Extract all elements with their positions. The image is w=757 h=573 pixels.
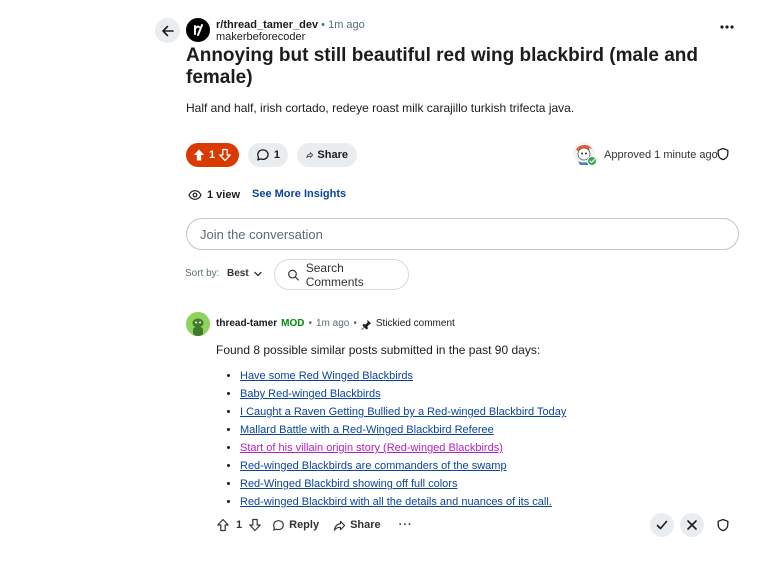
comment-mod-actions-button[interactable] [716,518,730,532]
eye-icon [188,190,202,200]
sort-value: Best [227,268,249,279]
subreddit-avatar[interactable] [186,18,210,42]
comment-time: 1m ago [316,318,350,329]
back-button[interactable] [155,18,180,43]
downvote-icon [249,518,261,532]
post-author[interactable]: makerbeforecoder [216,31,305,43]
mod-actions-button[interactable] [716,147,730,161]
comment-author[interactable]: thread-tamer [216,318,277,330]
approved-status: Approved 1 minute ago [604,149,718,161]
see-more-insights-link[interactable]: See More Insights [252,188,346,200]
vote-control: 1 [186,143,239,167]
sort-dropdown[interactable]: Best [227,268,263,280]
views-count: 1 view [188,188,240,202]
remove-button[interactable] [680,513,704,537]
search-comments-button[interactable]: Search Comments [274,259,409,290]
downvote-icon [219,148,231,162]
comment-more-button[interactable]: ··· [399,519,413,531]
list-item: Red-winged Blackbirds are commanders of … [240,459,566,477]
post-title: Annoying but still beautiful red wing bl… [186,45,698,88]
similar-post-link[interactable]: Red-winged Blackbirds are commanders of … [240,460,507,472]
stickied-label: Stickied comment [375,318,455,329]
ellipsis-icon [720,25,734,29]
comment-bubble-icon [273,519,285,531]
meta-separator: • [308,318,312,329]
comment-composer[interactable]: Join the conversation [186,218,739,250]
comment-bubble-icon [257,149,269,161]
similar-post-link[interactable]: Baby Red-winged Blackbirds [240,388,381,400]
list-item: Red-Winged Blackbird showing off full co… [240,477,566,495]
composer-placeholder: Join the conversation [200,226,323,242]
comment-upvote-button[interactable] [216,518,230,532]
comment-share-button[interactable]: Share [333,519,381,532]
subreddit-logo-icon [194,24,203,36]
list-item: Start of his villain origin story (Red-w… [240,441,566,459]
list-item: I Caught a Raven Getting Bullied by a Re… [240,405,566,423]
views-label: 1 view [207,189,241,201]
pin-icon [361,319,371,330]
post-score: 1 [209,149,216,161]
share-arrow-icon [333,520,346,531]
approver-avatar [572,141,598,167]
comment-author-avatar[interactable] [186,312,210,336]
mod-badge: MOD [281,318,305,329]
shield-icon [717,147,729,161]
downvote-button[interactable] [218,148,232,162]
list-item: Mallard Battle with a Red-Winged Blackbi… [240,423,566,441]
reply-button[interactable]: Reply [272,519,319,532]
search-comments-label: Search Comments [305,260,364,289]
upvote-button[interactable] [192,148,206,162]
similar-post-link-visited[interactable]: Start of his villain origin story (Red-w… [240,442,503,454]
comments-button[interactable]: 1 [248,143,288,167]
sort-label: Sort by: [185,268,220,279]
comment-meta: thread-tamer MOD • 1m ago • Stickied com… [216,318,455,330]
meta-separator: • [321,19,326,31]
approve-button[interactable] [650,513,674,537]
subreddit-name[interactable]: r/thread_tamer_dev [216,19,318,31]
similar-post-link[interactable]: I Caught a Raven Getting Bullied by a Re… [240,406,566,418]
comment-score: 1 [236,519,243,531]
similar-post-link[interactable]: Mallard Battle with a Red-Winged Blackbi… [240,424,494,436]
comment-share-label: Share [350,519,381,531]
post-body: Half and half, irish cortado, redeye roa… [186,101,575,115]
share-arrow-icon [306,152,313,158]
meta-separator: • [353,318,357,329]
chevron-down-icon [254,271,262,277]
comments-count: 1 [273,149,280,161]
arrow-left-icon [161,25,174,36]
checkmark-icon [656,520,668,530]
share-label: Share [317,149,348,161]
snoo-avatar-icon [186,312,210,336]
post-meta: r/thread_tamer_dev • 1m ago [216,19,365,31]
comment-downvote-button[interactable] [248,518,262,532]
search-icon [288,269,299,281]
share-button[interactable]: Share [297,143,357,167]
list-item: Have some Red Winged Blackbirds [240,369,566,387]
comment-text: Found 8 possible similar posts submitted… [216,343,541,357]
close-icon [687,520,697,530]
shield-icon [717,518,729,532]
similar-posts-list: Have some Red Winged Blackbirds Baby Red… [230,369,566,513]
more-options-button[interactable] [716,20,738,40]
similar-post-link[interactable]: Red-winged Blackbird with all the detail… [240,496,552,508]
upvote-filled-icon [193,149,205,161]
post-time: 1m ago [328,19,365,31]
similar-post-link[interactable]: Have some Red Winged Blackbirds [240,370,413,382]
upvote-icon [217,518,229,532]
similar-post-link[interactable]: Red-Winged Blackbird showing off full co… [240,478,457,490]
reply-label: Reply [289,519,320,531]
list-item: Baby Red-winged Blackbirds [240,387,566,405]
list-item: Red-winged Blackbird with all the detail… [240,495,566,513]
comment-actions: 1 Reply Share ··· [216,518,413,532]
